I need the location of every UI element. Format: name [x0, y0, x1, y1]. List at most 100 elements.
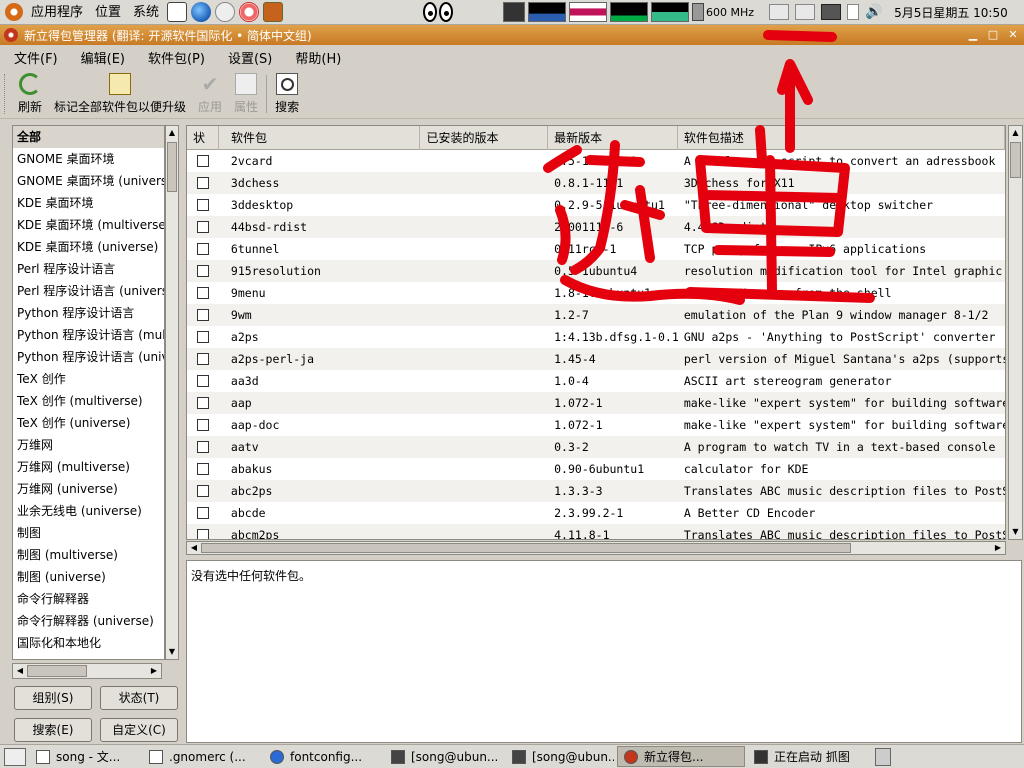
table-row[interactable]: a2ps 1:4.13b.dfsg.1-0.1 GNU a2ps - 'Anythi…	[187, 326, 1005, 348]
status-cell[interactable]	[187, 480, 219, 502]
category-item[interactable]: GNOME 桌面环境	[13, 148, 164, 170]
category-item[interactable]: 制图 (universe)	[13, 566, 164, 588]
table-row[interactable]: 915resolution 0.5-1ubuntu4 resolution modi…	[187, 260, 1005, 282]
refresh-button[interactable]: 刷新	[12, 69, 48, 115]
table-row[interactable]: abakus 0.90-6ubuntu1 calculator for KDE	[187, 458, 1005, 480]
status-cell[interactable]	[187, 172, 219, 194]
category-item[interactable]: 业余无线电 (universe)	[13, 500, 164, 522]
category-item[interactable]: KDE 桌面环境 (multiverse)	[13, 214, 164, 236]
status-cell[interactable]	[187, 370, 219, 392]
text-editor-launcher-icon[interactable]	[167, 2, 188, 22]
category-item[interactable]: Python 程序设计语言 (multiverse)	[13, 324, 164, 346]
trash-icon[interactable]	[875, 747, 891, 766]
status-checkbox[interactable]	[196, 463, 209, 475]
load-monitor-graph[interactable]	[651, 2, 690, 22]
menu-help[interactable]: 帮助(H)	[281, 48, 350, 67]
status-cell[interactable]	[187, 216, 219, 238]
scroll-right-arrow-icon[interactable]: ▶	[991, 542, 1005, 554]
table-row[interactable]: aap 1.072-1 make-like "expert system" for …	[187, 392, 1005, 414]
toolbar-handle[interactable]	[4, 74, 8, 114]
network-icon[interactable]	[821, 4, 842, 20]
category-item[interactable]: KDE 桌面环境	[13, 192, 164, 214]
column-package[interactable]: 软件包	[219, 126, 421, 150]
taskbar-button[interactable]: song - 文...	[30, 746, 140, 767]
menu-edit[interactable]: 编辑(E)	[67, 48, 134, 67]
browser-launcher-icon[interactable]	[191, 2, 212, 22]
close-button[interactable]: ✕	[1004, 27, 1022, 43]
mail-launcher-icon[interactable]	[215, 2, 236, 22]
package-launcher-icon[interactable]	[263, 2, 284, 22]
table-row[interactable]: 3dchess 0.8.1-11.1 3D chess for X11	[187, 172, 1005, 194]
table-row[interactable]: abcde 2.3.99.2-1 A Better CD Encoder	[187, 502, 1005, 524]
search-button[interactable]: 搜索	[269, 69, 305, 115]
mark-all-upgrades-button[interactable]: 标记全部软件包以便升级	[48, 69, 192, 115]
status-checkbox[interactable]	[196, 441, 209, 453]
table-vertical-scrollbar[interactable]: ▲ ▼	[1008, 125, 1023, 540]
custom-filters-button[interactable]: 自定义(C)	[100, 718, 178, 742]
scrollbar-thumb[interactable]	[27, 665, 87, 677]
table-row[interactable]: abc2ps 1.3.3-3 Translates ABC music descri…	[187, 480, 1005, 502]
category-list[interactable]: 全部 GNOME 桌面环境 GNOME 桌面环境 (universe) KDE 桌面环…	[12, 125, 165, 660]
scroll-up-arrow-icon[interactable]: ▲	[166, 126, 178, 140]
status-checkbox[interactable]	[196, 375, 209, 387]
taskbar-button[interactable]: fontconfig...	[264, 746, 382, 767]
table-row[interactable]: 2vcard 0.5-1ubuntu1 A little perl script t…	[187, 150, 1005, 172]
status-checkbox[interactable]	[196, 419, 209, 431]
status-cell[interactable]	[187, 304, 219, 326]
memory-monitor-graph[interactable]	[569, 2, 608, 22]
status-cell[interactable]	[187, 260, 219, 282]
category-item[interactable]: 命令行解释器	[13, 588, 164, 610]
category-item[interactable]: 国际化和本地化	[13, 632, 164, 654]
table-row[interactable]: aatv 0.3-2 A program to watch TV in a text…	[187, 436, 1005, 458]
minimize-button[interactable]: ▁	[964, 27, 982, 43]
table-row[interactable]: 6tunnel 0.11rc1-1 TCP proxy for non-IPv6 a…	[187, 238, 1005, 260]
status-checkbox[interactable]	[196, 177, 209, 189]
category-item[interactable]: 制图	[13, 522, 164, 544]
status-cell[interactable]	[187, 414, 219, 436]
category-item[interactable]: 万维网	[13, 434, 164, 456]
drive-icon[interactable]	[769, 4, 790, 20]
category-item[interactable]: 制图 (multiverse)	[13, 544, 164, 566]
category-item[interactable]: Perl 程序设计语言 (universe)	[13, 280, 164, 302]
menu-system[interactable]: 系统	[127, 0, 165, 25]
status-cell[interactable]	[187, 348, 219, 370]
category-item[interactable]: KDE 桌面环境 (universe)	[13, 236, 164, 258]
menu-package[interactable]: 软件包(P)	[134, 48, 214, 67]
status-checkbox[interactable]	[196, 155, 209, 167]
cpu-monitor-graph[interactable]	[528, 2, 567, 22]
status-checkbox[interactable]	[196, 309, 209, 321]
category-horizontal-scrollbar[interactable]: ◀ ▶	[12, 663, 162, 679]
status-cell[interactable]	[187, 392, 219, 414]
scrollbar-thumb[interactable]	[201, 543, 851, 553]
status-cell[interactable]	[187, 194, 219, 216]
status-checkbox[interactable]	[196, 287, 209, 299]
status-checkbox[interactable]	[196, 243, 209, 255]
status-checkbox[interactable]	[196, 199, 209, 211]
taskbar-button[interactable]: .gnomerc (...	[143, 746, 261, 767]
status-checkbox[interactable]	[196, 485, 209, 497]
table-row[interactable]: aap-doc 1.072-1 make-like "expert system" …	[187, 414, 1005, 436]
category-item[interactable]: Python 程序设计语言	[13, 302, 164, 324]
category-vertical-scrollbar[interactable]: ▲ ▼	[165, 125, 179, 660]
scroll-left-arrow-icon[interactable]: ◀	[13, 664, 27, 678]
status-checkbox[interactable]	[196, 221, 209, 233]
status-cell[interactable]	[187, 150, 219, 172]
status-cell[interactable]	[187, 436, 219, 458]
scroll-left-arrow-icon[interactable]: ◀	[187, 542, 201, 554]
status-checkbox[interactable]	[196, 331, 209, 343]
apply-button[interactable]: ✔ 应用	[192, 69, 228, 115]
status-cell[interactable]	[187, 524, 219, 539]
terminal-launcher-icon[interactable]	[503, 2, 526, 22]
network-monitor-graph[interactable]	[610, 2, 649, 22]
column-installed-version[interactable]: 已安装的版本	[420, 126, 549, 150]
status-checkbox[interactable]	[196, 353, 209, 365]
column-status[interactable]: 状	[187, 126, 219, 150]
drive-icon[interactable]	[795, 4, 816, 20]
scroll-up-arrow-icon[interactable]: ▲	[1009, 126, 1022, 140]
category-item[interactable]: 万维网 (universe)	[13, 478, 164, 500]
clock[interactable]: 5月5日星期五 10:50	[894, 4, 1008, 21]
category-item[interactable]: 全部	[13, 126, 164, 148]
taskbar-button[interactable]: [song@ubun...	[385, 746, 503, 767]
table-row[interactable]: a2ps-perl-ja 1.45-4 perl version of Miguel…	[187, 348, 1005, 370]
scroll-right-arrow-icon[interactable]: ▶	[147, 664, 161, 678]
